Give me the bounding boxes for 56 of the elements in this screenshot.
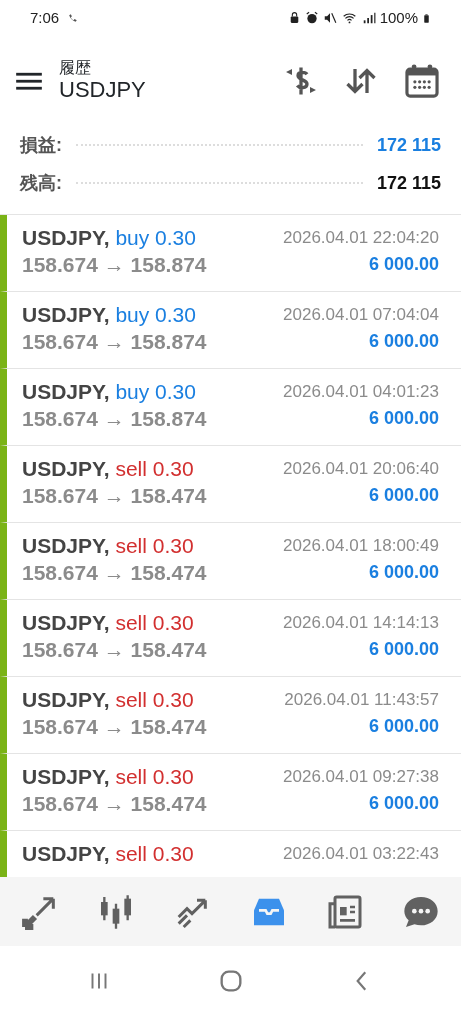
trade-time: 2026.04.01 18:00:49 bbox=[283, 535, 439, 558]
trade-symbol: USDJPY, bbox=[22, 226, 110, 249]
mute-icon bbox=[322, 11, 337, 25]
price-range: 158.674 → 158.474 bbox=[22, 559, 207, 586]
trade-profit: 6 000.00 bbox=[368, 484, 439, 507]
price-range: 158.674 → 158.874 bbox=[22, 328, 207, 355]
trade-profit: 6 000.00 bbox=[368, 253, 439, 276]
trade-symbol: USDJPY, bbox=[22, 534, 110, 557]
trade-symbol: USDJPY, bbox=[22, 842, 110, 865]
trade-profit: 6 000.00 bbox=[368, 792, 439, 815]
trade-time: 2026.04.01 20:06:40 bbox=[283, 458, 439, 481]
order-type: sell 0.30 bbox=[115, 688, 194, 711]
trade-time: 2026.04.01 09:27:38 bbox=[283, 766, 439, 789]
price-range: 158.674 → 158.474 bbox=[22, 482, 207, 509]
order-type: sell 0.30 bbox=[115, 457, 194, 480]
trade-symbol: USDJPY, bbox=[22, 765, 110, 788]
price-range: 158.674 → 158.474 bbox=[22, 636, 207, 663]
signal-icon bbox=[361, 11, 376, 25]
battery-level: 100% bbox=[379, 7, 418, 28]
trade-time: 2026.04.01 03:22:43 bbox=[283, 843, 439, 866]
price-range: 158.674 → 158.474 bbox=[22, 713, 207, 740]
order-type: sell 0.30 bbox=[115, 534, 194, 557]
order-type: sell 0.30 bbox=[115, 765, 194, 788]
summary-value: 172 115 bbox=[376, 171, 441, 195]
trade-profit: 6 000.00 bbox=[368, 407, 439, 430]
calendar-button[interactable] bbox=[403, 62, 441, 100]
trade-profit: 6 000.00 bbox=[368, 715, 439, 738]
summary-label: 残高: bbox=[20, 171, 62, 195]
clock-time: 7:06 bbox=[30, 7, 60, 28]
order-type: buy 0.30 bbox=[115, 226, 196, 249]
calendar-icon bbox=[403, 62, 441, 100]
summary-label: 損益: bbox=[20, 133, 62, 157]
trade-time: 2026.04.01 14:14:13 bbox=[283, 612, 439, 635]
trade-symbol: USDJPY, bbox=[22, 380, 110, 403]
order-type: buy 0.30 bbox=[115, 380, 196, 403]
order-type: sell 0.30 bbox=[115, 842, 194, 865]
trade-profit: 6 000.00 bbox=[368, 638, 439, 661]
price-range: 158.674 → 158.474 bbox=[22, 790, 207, 817]
price-range: 158.674 → 158.874 bbox=[22, 251, 207, 278]
order-type: sell 0.30 bbox=[115, 611, 194, 634]
trade-symbol: USDJPY, bbox=[22, 303, 110, 326]
trade-time: 2026.04.01 22:04:20 bbox=[283, 227, 439, 250]
alarm-icon bbox=[304, 11, 319, 25]
trade-time: 2026.04.01 07:04:04 bbox=[283, 304, 439, 327]
trade-time: 2026.04.01 11:43:57 bbox=[284, 689, 439, 712]
symbol-title: USDJPY bbox=[59, 76, 147, 103]
trade-symbol: USDJPY, bbox=[22, 611, 110, 634]
summary-value: 172 115 bbox=[376, 133, 441, 157]
trade-symbol: USDJPY, bbox=[22, 688, 110, 711]
trade-profit: 6 000.00 bbox=[368, 330, 439, 353]
price-range: 158.674 → 158.874 bbox=[22, 405, 207, 432]
trade-time: 2026.04.01 04:01:23 bbox=[283, 381, 439, 404]
screen-subtitle: 履歴 bbox=[59, 59, 92, 77]
trade-profit: 6 000.00 bbox=[368, 561, 439, 584]
trade-symbol: USDJPY, bbox=[22, 457, 110, 480]
order-type: buy 0.30 bbox=[115, 303, 196, 326]
